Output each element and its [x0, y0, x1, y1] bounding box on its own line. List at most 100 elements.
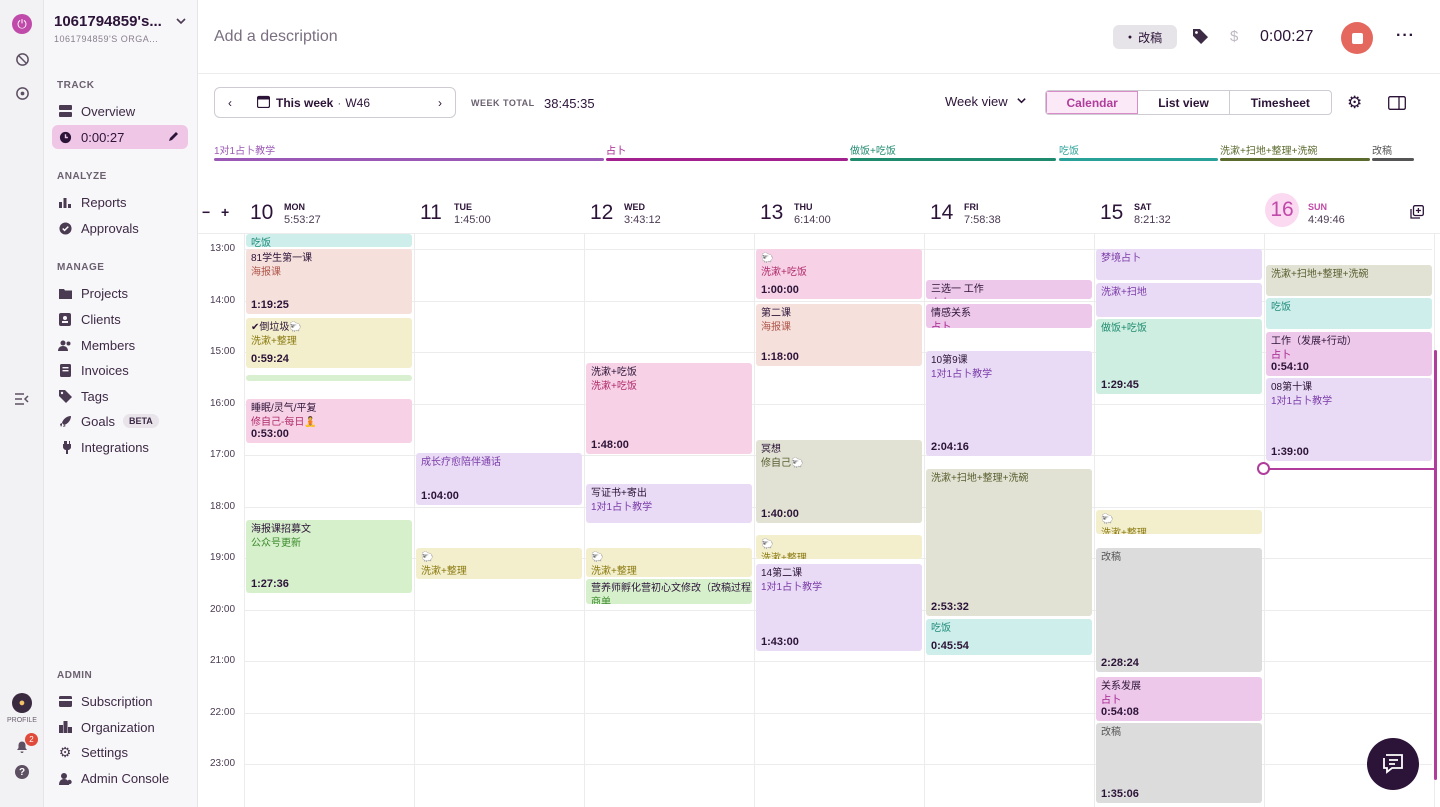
- entry-description: 情感关系: [931, 308, 971, 319]
- entry-description: 工作（发展+行动）: [1271, 336, 1357, 347]
- time-entry[interactable]: 睡眠/灵气/平复 修自己-每日🧘 0:53:00: [246, 399, 412, 443]
- time-entry[interactable]: 海报课招募文 公众号更新 1:27:36: [246, 520, 412, 593]
- workspace-name[interactable]: 1061794859's...: [54, 13, 162, 30]
- nav-approvals[interactable]: Approvals: [52, 216, 188, 240]
- tab-list-view[interactable]: List view: [1138, 91, 1230, 114]
- time-entry[interactable]: 🐑 洗漱+吃饭 1:00:00: [756, 249, 922, 299]
- day-header-sun[interactable]: 16 SUN 4:49:46: [1265, 193, 1420, 228]
- day-weekday: FRI: [964, 202, 979, 212]
- copy-week-icon[interactable]: [1410, 205, 1424, 224]
- time-entry[interactable]: 吃饭: [1266, 298, 1432, 329]
- day-header-wed[interactable]: 12 WED 3:43:12: [590, 196, 740, 228]
- time-entry[interactable]: 情感关系 占卜: [926, 304, 1092, 328]
- time-entry[interactable]: 改稿 1:35:06: [1096, 723, 1262, 803]
- time-entry[interactable]: [246, 375, 412, 381]
- more-options-icon[interactable]: ···: [1396, 27, 1415, 45]
- nav-settings[interactable]: ⚙ Settings: [52, 740, 188, 764]
- project-summary-label: 做饭+吃饭: [850, 146, 896, 157]
- nav-admin-console[interactable]: Admin Console: [52, 766, 188, 790]
- nav-clients[interactable]: Clients: [52, 307, 188, 331]
- time-entry[interactable]: 营养师孵化营初心文修改（改稿过程） 商单: [586, 579, 752, 604]
- time-entry[interactable]: 成长疗愈陪伴通话 1:04:00: [416, 453, 582, 505]
- entry-project: 商单: [591, 597, 611, 604]
- nav-members[interactable]: Members: [52, 333, 188, 357]
- zoom-in-button[interactable]: +: [221, 204, 229, 220]
- day-header-tue[interactable]: 11 TUE 1:45:00: [420, 196, 570, 228]
- side-panel-icon[interactable]: [1388, 96, 1406, 115]
- project-summary-label: 改稿: [1372, 146, 1392, 157]
- time-entry[interactable]: 洗漱+吃饭 洗漱+吃饭 1:48:00: [586, 363, 752, 454]
- time-entry[interactable]: 工作（发展+行动） 占卜 0:54:10: [1266, 332, 1432, 376]
- time-entry[interactable]: 写证书+寄出 1对1占卜教学: [586, 484, 752, 523]
- tab-calendar[interactable]: Calendar: [1046, 91, 1139, 114]
- nav-reports[interactable]: Reports: [52, 190, 188, 214]
- nav-overview[interactable]: Overview: [52, 99, 188, 123]
- time-entry[interactable]: 吃饭 0:45:54: [926, 619, 1092, 655]
- time-entry[interactable]: 🐑 洗漱+整理: [586, 548, 752, 577]
- pencil-icon[interactable]: [168, 130, 180, 145]
- calendar-scrollbar[interactable]: [1434, 350, 1437, 780]
- nav-goals[interactable]: Goals BETA: [52, 409, 188, 433]
- time-entry[interactable]: 改稿 2:28:24: [1096, 548, 1262, 672]
- time-entry[interactable]: 关系发展 占卜 0:54:08: [1096, 677, 1262, 721]
- stop-button[interactable]: [1341, 22, 1373, 54]
- prev-week-button[interactable]: ‹: [215, 96, 245, 110]
- help-icon[interactable]: ?: [15, 765, 29, 779]
- time-entry[interactable]: 81学生第一课 海报课 1:19:25: [246, 249, 412, 314]
- day-header-sat[interactable]: 15 SAT 8:21:32: [1100, 196, 1250, 228]
- time-entry[interactable]: 🐑 洗漱+整理: [756, 535, 922, 559]
- zoom-out-button[interactable]: −: [202, 204, 210, 220]
- nav-invoices[interactable]: Invoices: [52, 358, 188, 382]
- day-header-mon[interactable]: 10 MON 5:53:27: [250, 196, 400, 228]
- day-column-divider: [414, 234, 415, 807]
- entry-project: 公众号更新: [251, 538, 301, 549]
- day-number: 16: [1265, 193, 1299, 227]
- time-entry[interactable]: 🐑 洗漱+整理: [1096, 510, 1262, 534]
- time-entry[interactable]: 冥想 修自己🐑 1:40:00: [756, 440, 922, 523]
- day-header-fri[interactable]: 14 FRI 7:58:38: [930, 196, 1080, 228]
- calendar-settings-icon[interactable]: ⚙: [1347, 93, 1362, 113]
- week-view-dropdown[interactable]: Week view: [945, 94, 1027, 109]
- target-icon[interactable]: [12, 83, 32, 103]
- nav-organization[interactable]: Organization: [52, 715, 188, 739]
- calendar-icon[interactable]: [256, 95, 271, 111]
- time-entry[interactable]: 做饭+吃饭 1:29:45: [1096, 319, 1262, 394]
- chevron-down-icon[interactable]: [175, 14, 187, 32]
- description-input[interactable]: Add a description: [214, 28, 338, 46]
- chat-button[interactable]: [1367, 738, 1419, 790]
- tag-icon[interactable]: [1193, 29, 1208, 49]
- next-week-button[interactable]: ›: [425, 96, 455, 110]
- nav-subscription[interactable]: Subscription: [52, 689, 188, 713]
- billable-icon[interactable]: $: [1230, 28, 1238, 45]
- time-entry[interactable]: 洗漱+扫地: [1096, 283, 1262, 317]
- building-icon: [58, 720, 72, 734]
- timer-icon[interactable]: [12, 49, 32, 69]
- time-entry[interactable]: 三选一 工作占卜: [926, 280, 1092, 299]
- time-entry[interactable]: 第二课 海报课 1:18:00: [756, 304, 922, 366]
- avatar[interactable]: ●: [12, 693, 32, 713]
- week-label[interactable]: This week: [276, 96, 333, 110]
- time-entry[interactable]: 吃饭: [246, 234, 412, 247]
- nav-projects[interactable]: Projects: [52, 281, 188, 305]
- current-time-marker[interactable]: [1257, 462, 1270, 475]
- time-entry[interactable]: 08第十课 1对1占卜教学 1:39:00: [1266, 378, 1432, 461]
- nav-tags[interactable]: Tags: [52, 384, 188, 408]
- day-header-thu[interactable]: 13 THU 6:14:00: [760, 196, 910, 228]
- time-entry[interactable]: 洗漱+扫地+整理+洗碗 2:53:32: [926, 469, 1092, 616]
- project-pill[interactable]: ● 改稿: [1113, 25, 1177, 49]
- beta-badge: BETA: [122, 414, 159, 428]
- hour-label: 15:00: [210, 346, 236, 357]
- time-entry[interactable]: 梦境占卜: [1096, 249, 1262, 280]
- time-entry[interactable]: 洗漱+扫地+整理+洗碗: [1266, 265, 1432, 296]
- time-entry[interactable]: ✔倒垃圾🐑 洗漱+整理 0:59:24: [246, 318, 412, 368]
- nav-running-timer[interactable]: 0:00:27: [52, 125, 188, 149]
- time-entry[interactable]: 🐑 洗漱+整理: [416, 548, 582, 579]
- plug-icon: [58, 440, 72, 454]
- time-entry[interactable]: 10第9课 1对1占卜教学 2:04:16: [926, 351, 1092, 456]
- calendar-grid[interactable]: 13:00 14:00 15:00 16:00 17:00 18:00 19:00 20:00…: [198, 234, 1440, 807]
- nav-integrations[interactable]: Integrations: [52, 435, 188, 459]
- tab-timesheet[interactable]: Timesheet: [1230, 91, 1331, 114]
- collapse-sidebar-icon[interactable]: [12, 389, 32, 409]
- time-entry[interactable]: 14第二课 1对1占卜教学 1:43:00: [756, 564, 922, 651]
- power-icon[interactable]: ⏻: [12, 14, 32, 34]
